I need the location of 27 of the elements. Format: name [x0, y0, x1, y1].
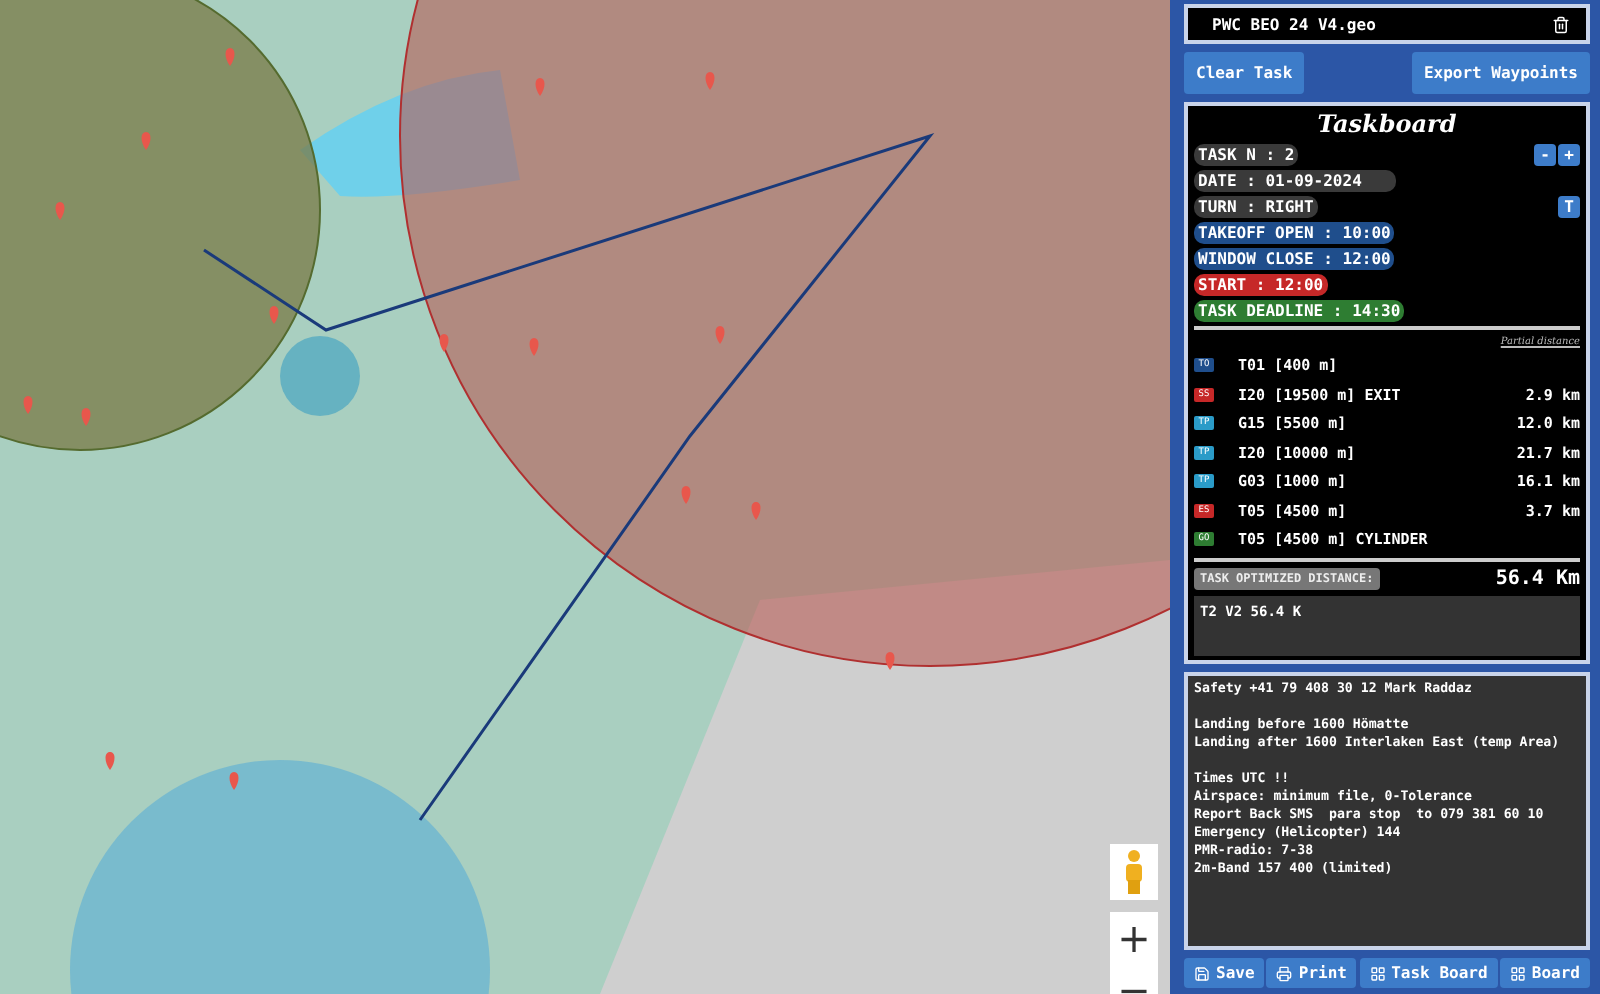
- map-view[interactable]: + −: [0, 0, 1170, 994]
- clear-task-button[interactable]: Clear Task: [1184, 52, 1305, 94]
- footer-button[interactable]: Print: [1266, 958, 1357, 988]
- file-name: PWC BEO 24 V4.geo: [1212, 15, 1376, 33]
- footer-button[interactable]: Board: [1499, 958, 1590, 988]
- printer-icon: [1276, 965, 1293, 981]
- taskboard-title: Taskboard: [1315, 110, 1459, 138]
- decrement-button[interactable]: -: [1534, 143, 1556, 165]
- turn-button[interactable]: T: [1558, 195, 1580, 217]
- grid-icon: [1369, 965, 1386, 981]
- save-icon: [1194, 965, 1210, 981]
- zoom-in-button[interactable]: +: [1110, 912, 1158, 964]
- task-field: TURN : RIGHT: [1194, 195, 1318, 217]
- zoom-out-button[interactable]: −: [1110, 964, 1158, 994]
- increment-button[interactable]: +: [1558, 143, 1580, 165]
- trash-icon[interactable]: [1552, 15, 1570, 33]
- optimized-distance-value: 56.4 Km: [1495, 567, 1580, 589]
- footer-button[interactable]: Task Board: [1359, 958, 1498, 988]
- task-field: TAKEOFF OPEN : 10:00: [1194, 221, 1395, 243]
- task-field: START : 12:00: [1194, 273, 1328, 295]
- task-field: WINDOW CLOSE : 12:00: [1194, 247, 1395, 269]
- task-field: TASK DEADLINE : 14:30: [1194, 299, 1405, 321]
- task-field: DATE : 01-09-2024: [1194, 169, 1396, 191]
- grid-icon: [1509, 965, 1526, 981]
- export-waypoints-button[interactable]: Export Waypoints: [1411, 52, 1590, 94]
- footer-button[interactable]: Save: [1184, 958, 1265, 988]
- task-field: TASK N : 2: [1194, 143, 1299, 165]
